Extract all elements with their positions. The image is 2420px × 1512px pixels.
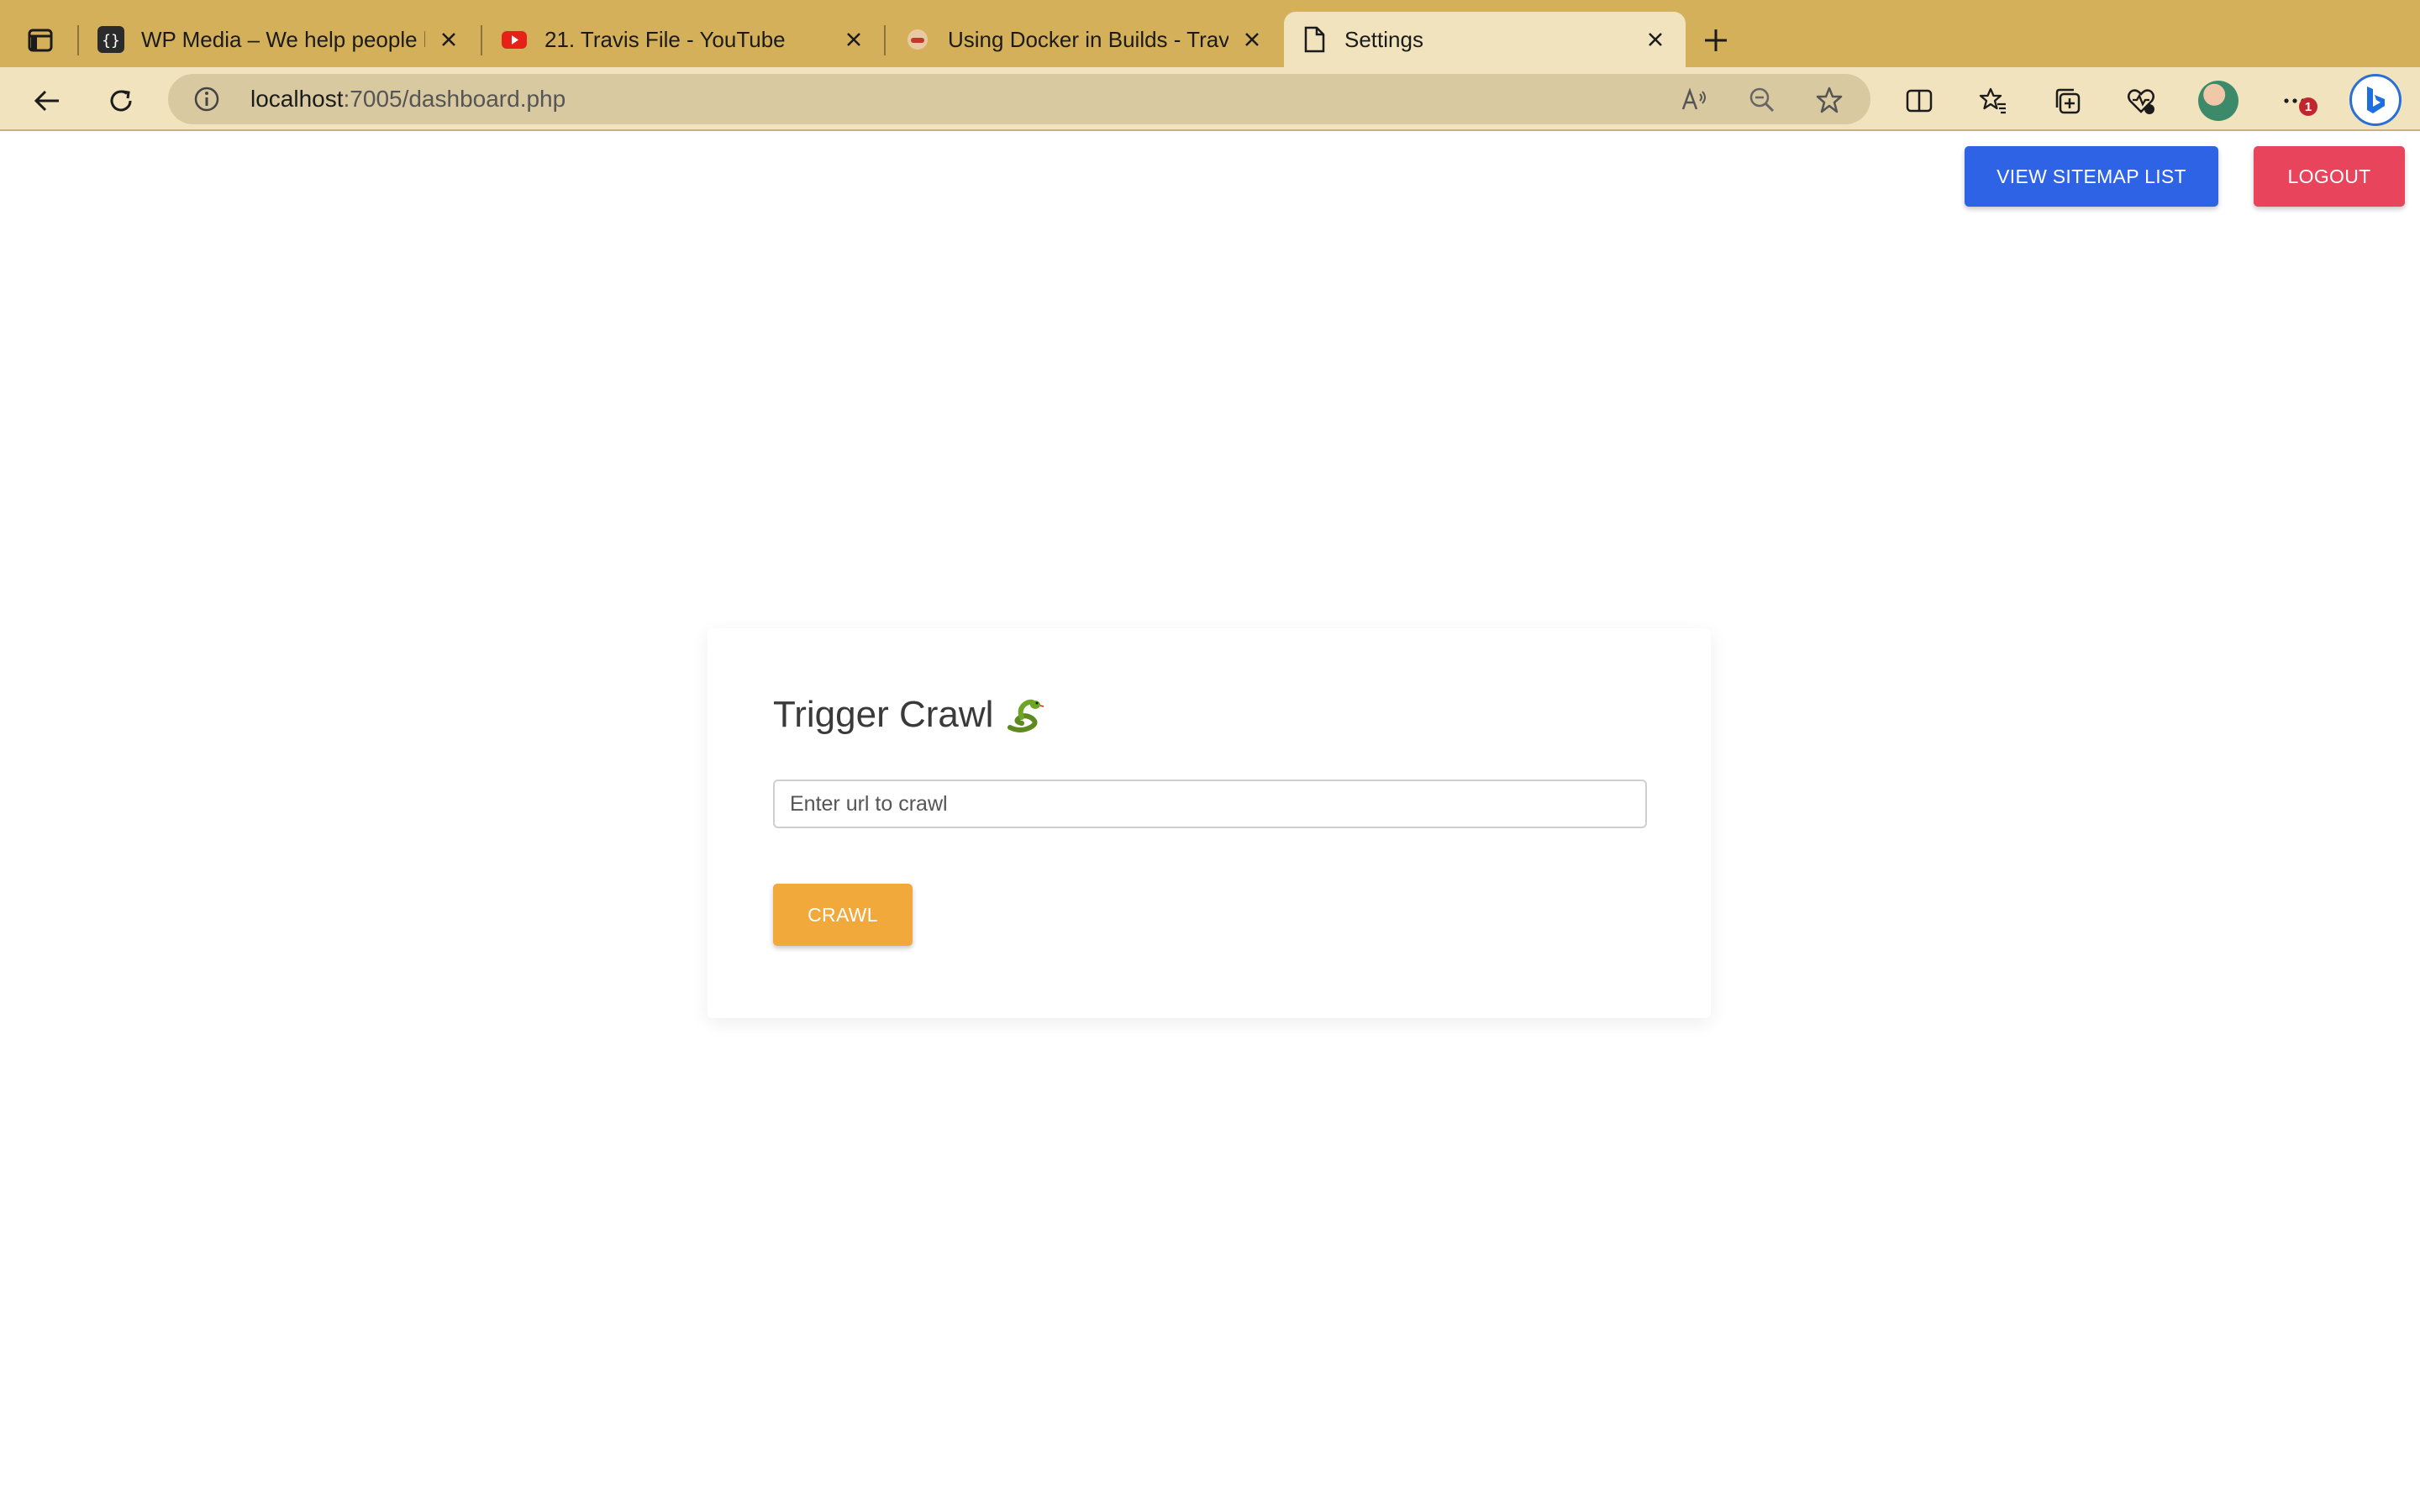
youtube-icon (501, 26, 528, 53)
close-tab-icon[interactable] (1642, 26, 1669, 53)
zoom-out-icon[interactable] (1748, 86, 1776, 114)
bing-copilot-icon[interactable] (2349, 74, 2402, 126)
address-bar[interactable]: localhost:7005/dashboard.php (168, 74, 1870, 124)
page-icon (1301, 26, 1328, 53)
snake-emoji-icon (1003, 694, 1045, 736)
card-title: Trigger Crawl (773, 694, 1045, 736)
logout-button[interactable]: LOGOUT (2254, 146, 2405, 207)
tab-wp-media[interactable]: {} WP Media – We help people ha (81, 12, 479, 67)
tab-actions-icon[interactable] (24, 24, 57, 57)
favorite-star-icon[interactable] (1815, 86, 1844, 114)
tab-title: Using Docker in Builds - Travis (948, 26, 1228, 52)
address-url: localhost:7005/dashboard.php (250, 86, 566, 113)
wp-media-icon: {} (97, 26, 124, 53)
url-host: localhost (250, 86, 344, 112)
back-arrow-icon[interactable] (29, 82, 66, 119)
split-screen-icon[interactable] (1901, 82, 1938, 119)
svg-text:{}: {} (102, 32, 120, 50)
tab-title: 21. Travis File - YouTube (544, 26, 786, 52)
tab-settings[interactable]: Settings (1284, 12, 1686, 67)
dashboard-page: VIEW SITEMAP LIST LOGOUT Trigger Crawl C… (0, 133, 2420, 1512)
profile-avatar[interactable] (2198, 81, 2238, 121)
view-sitemap-list-button[interactable]: VIEW SITEMAP LIST (1965, 146, 2218, 207)
travis-icon (904, 26, 931, 53)
favorites-icon[interactable] (1975, 82, 2012, 119)
browser-toolbar: localhost:7005/dashboard.php 1 (0, 67, 2420, 131)
tab-youtube[interactable]: 21. Travis File - YouTube (484, 12, 884, 67)
tab-title: WP Media – We help people ha (141, 26, 425, 52)
collections-icon[interactable] (2049, 82, 2086, 119)
tab-separator (77, 25, 79, 55)
close-tab-icon[interactable] (1239, 26, 1265, 53)
url-path: :7005/dashboard.php (343, 86, 566, 112)
close-tab-icon[interactable] (435, 26, 462, 53)
new-tab-icon[interactable] (1699, 24, 1733, 57)
tab-travis-docker[interactable]: Using Docker in Builds - Travis (887, 12, 1282, 67)
reload-icon[interactable] (103, 82, 139, 119)
browser-essentials-icon[interactable] (2123, 82, 2160, 119)
tab-separator (884, 25, 886, 55)
trigger-crawl-card: Trigger Crawl CRAWL (708, 628, 1711, 1018)
read-aloud-icon[interactable] (1681, 86, 1709, 114)
tab-separator (481, 25, 482, 55)
tab-title: Settings (1344, 26, 1423, 52)
browser-tab-strip: {} WP Media – We help people ha 21. Trav… (0, 0, 2420, 67)
close-tab-icon[interactable] (840, 26, 867, 53)
crawl-url-input[interactable] (773, 780, 1647, 828)
site-info-icon[interactable] (193, 86, 220, 113)
card-title-text: Trigger Crawl (773, 694, 994, 735)
notification-badge: 1 (2299, 97, 2317, 116)
crawl-button[interactable]: CRAWL (773, 884, 913, 946)
